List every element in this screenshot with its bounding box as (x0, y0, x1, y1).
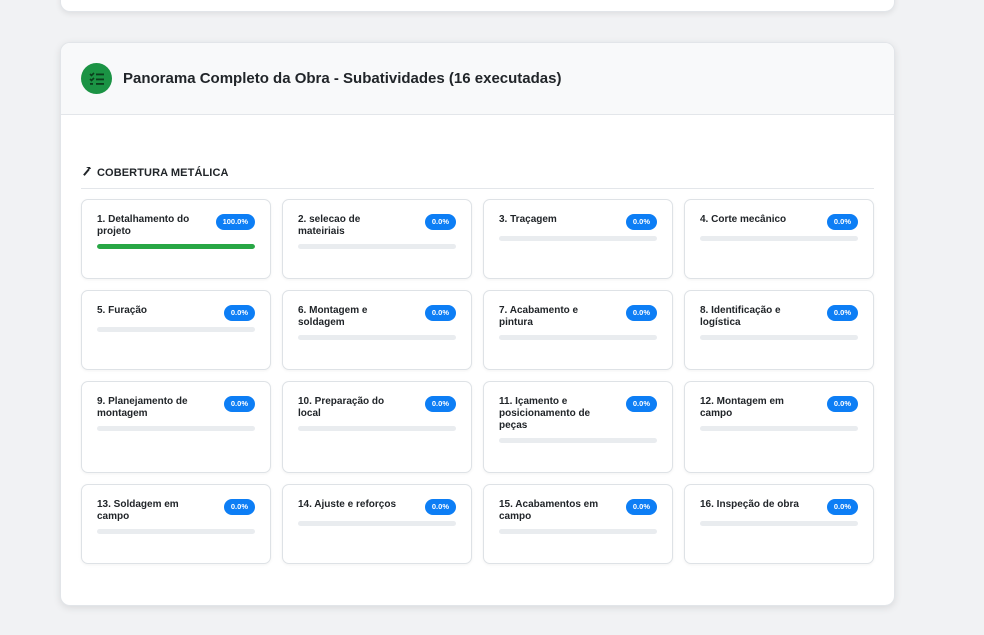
subactivity-card[interactable]: 6. Montagem e soldagem 0.0% (282, 290, 472, 370)
subactivity-card[interactable]: 11. Içamento e posicionamento de peças 0.… (483, 381, 673, 473)
panel-header: Panorama Completo da Obra - Subatividade… (61, 43, 894, 115)
progress-bar (700, 335, 858, 340)
progress-bar (499, 335, 657, 340)
subactivity-header: 4. Corte mecânico 0.0% (700, 214, 858, 230)
subactivity-card[interactable]: 5. Furação 0.0% (81, 290, 271, 370)
progress-bar (97, 426, 255, 431)
progress-badge: 0.0% (625, 396, 657, 412)
progress-badge: 0.0% (826, 305, 858, 321)
subactivity-card[interactable]: 13. Soldagem em campo 0.0% (81, 484, 271, 564)
progress-badge: 0.0% (223, 396, 255, 412)
subactivity-header: 16. Inspeção de obra 0.0% (700, 499, 858, 515)
progress-badge: 0.0% (424, 305, 456, 321)
subactivity-header: 5. Furação 0.0% (97, 305, 255, 321)
subactivity-header: 3. Traçagem 0.0% (499, 214, 657, 230)
subactivity-card[interactable]: 14. Ajuste e reforços 0.0% (282, 484, 472, 564)
progress-badge: 0.0% (223, 499, 255, 515)
subactivity-name: 6. Montagem e soldagem (298, 305, 368, 328)
progress-badge: 0.0% (826, 396, 858, 412)
subactivity-header: 2. selecao de mateiriais 0.0% (298, 214, 456, 238)
subactivity-header: 10. Preparação do local 0.0% (298, 396, 456, 420)
subactivity-name: 4. Corte mecânico (700, 214, 787, 225)
section-header: COBERTURA METÁLICA (81, 163, 874, 189)
subactivity-name: 12. Montagem em campo (700, 396, 784, 419)
subactivity-name: 8. Identificação e logística (700, 305, 781, 328)
subactivity-header: 15. Acabamentos em campo 0.0% (499, 499, 657, 523)
progress-badge: 0.0% (625, 214, 657, 230)
progress-bar (700, 426, 858, 431)
subactivity-header: 1. Detalhamento do projeto 100.0% (97, 214, 255, 238)
progress-bar (298, 335, 456, 340)
progress-bar (298, 244, 456, 249)
panel-title: Panorama Completo da Obra - Subatividade… (123, 70, 562, 87)
subactivity-name: 5. Furação (97, 305, 148, 316)
subactivity-name: 15. Acabamentos em campo (499, 499, 599, 522)
progress-bar (499, 529, 657, 534)
progress-badge: 100.0% (215, 214, 255, 230)
subactivity-name: 10. Preparação do local (298, 396, 385, 419)
progress-badge: 0.0% (826, 214, 858, 230)
subactivity-header: 7. Acabamento e pintura 0.0% (499, 305, 657, 329)
subactivity-card[interactable]: 1. Detalhamento do projeto 100.0% (81, 199, 271, 279)
subactivity-name: 9. Planejamento de montagem (97, 396, 188, 419)
subactivity-card[interactable]: 3. Traçagem 0.0% (483, 199, 673, 279)
subactivity-card[interactable]: 15. Acabamentos em campo 0.0% (483, 484, 673, 564)
progress-badge: 0.0% (625, 305, 657, 321)
subactivities-panel: Panorama Completo da Obra - Subatividade… (60, 42, 895, 606)
progress-bar (97, 244, 255, 249)
panel-body: COBERTURA METÁLICA 1. Detalhamento do pr… (61, 115, 894, 564)
subactivity-header: 14. Ajuste e reforços 0.0% (298, 499, 456, 515)
subactivity-name: 16. Inspeção de obra (700, 499, 799, 510)
subactivity-name: 11. Içamento e posicionamento de peças (499, 396, 591, 431)
subactivity-name: 7. Acabamento e pintura (499, 305, 579, 328)
progress-badge: 0.0% (424, 214, 456, 230)
subactivity-name: 3. Traçagem (499, 214, 557, 225)
subactivity-header: 12. Montagem em campo 0.0% (700, 396, 858, 420)
subactivity-header: 9. Planejamento de montagem 0.0% (97, 396, 255, 420)
subactivity-header: 8. Identificação e logística 0.0% (700, 305, 858, 329)
subactivity-name: 14. Ajuste e reforços (298, 499, 397, 510)
subactivity-card[interactable]: 10. Preparação do local 0.0% (282, 381, 472, 473)
subactivity-card[interactable]: 2. selecao de mateiriais 0.0% (282, 199, 472, 279)
subactivity-card[interactable]: 4. Corte mecânico 0.0% (684, 199, 874, 279)
subactivity-header: 13. Soldagem em campo 0.0% (97, 499, 255, 523)
progress-badge: 0.0% (826, 499, 858, 515)
progress-bar (97, 529, 255, 534)
subactivity-card[interactable]: 8. Identificação e logística 0.0% (684, 290, 874, 370)
progress-bar (700, 521, 858, 526)
subactivity-name: 13. Soldagem em campo (97, 499, 179, 522)
progress-bar-fill (97, 244, 255, 249)
previous-card (60, 0, 895, 12)
subactivity-card[interactable]: 16. Inspeção de obra 0.0% (684, 484, 874, 564)
progress-bar (298, 521, 456, 526)
progress-badge: 0.0% (424, 396, 456, 412)
section-title: COBERTURA METÁLICA (97, 167, 229, 179)
progress-badge: 0.0% (424, 499, 456, 515)
subactivity-name: 1. Detalhamento do projeto (97, 214, 190, 237)
subactivity-grid: 1. Detalhamento do projeto 100.0% 2. selec… (81, 199, 874, 564)
progress-bar (499, 236, 657, 241)
subactivity-card[interactable]: 7. Acabamento e pintura 0.0% (483, 290, 673, 370)
subactivity-name: 2. selecao de mateiriais (298, 214, 361, 237)
subactivity-header: 11. Içamento e posicionamento de peças 0.… (499, 396, 657, 432)
progress-badge: 0.0% (223, 305, 255, 321)
hammer-icon (81, 164, 93, 182)
progress-bar (298, 426, 456, 431)
progress-bar (499, 438, 657, 443)
progress-badge: 0.0% (625, 499, 657, 515)
subactivity-header: 6. Montagem e soldagem 0.0% (298, 305, 456, 329)
progress-bar (700, 236, 858, 241)
list-check-icon (81, 63, 112, 94)
progress-bar (97, 327, 255, 332)
subactivity-card[interactable]: 9. Planejamento de montagem 0.0% (81, 381, 271, 473)
subactivity-card[interactable]: 12. Montagem em campo 0.0% (684, 381, 874, 473)
